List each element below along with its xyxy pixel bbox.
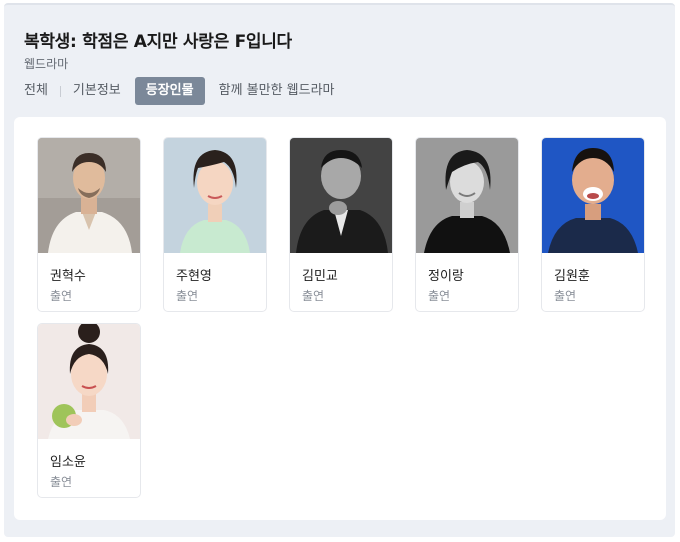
cast-role: 출연 [302, 289, 325, 303]
page-title: 복학생: 학점은 A지만 사랑은 F입니다 [24, 32, 292, 52]
tab-basic-info[interactable]: 기본정보 [73, 77, 121, 105]
cast-card[interactable]: 권혁수 출연 [37, 137, 141, 312]
cast-role: 출연 [50, 289, 73, 303]
cast-photo [542, 138, 644, 253]
cast-role: 출연 [428, 289, 451, 303]
tab-all[interactable]: 전체 [24, 77, 48, 105]
tab-recommended[interactable]: 함께 볼만한 웹드라마 [219, 77, 335, 105]
page-subtitle: 웹드라마 [24, 57, 69, 71]
cast-panel: 복학생: 학점은 A지만 사랑은 F입니다 웹드라마 전체 기본정보 등장인물 … [4, 3, 675, 537]
cast-photo [416, 138, 518, 253]
cast-name: 김민교 [302, 269, 338, 284]
cast-card[interactable]: 김원훈 출연 [541, 137, 645, 312]
cast-photo [38, 138, 140, 253]
cast-role: 출연 [554, 289, 577, 303]
cast-role: 출연 [50, 475, 73, 489]
cast-card[interactable]: 김민교 출연 [289, 137, 393, 312]
cast-grid: 권혁수 출연 주현영 출연 김민교 출연 정이랑 출연 김원훈 출연 임소윤 출… [14, 117, 666, 520]
cast-name: 임소윤 [50, 455, 86, 470]
cast-name: 주현영 [176, 269, 212, 284]
tab-divider [59, 85, 61, 97]
cast-photo [164, 138, 266, 253]
cast-card[interactable]: 주현영 출연 [163, 137, 267, 312]
cast-role: 출연 [176, 289, 199, 303]
cast-photo [38, 324, 140, 439]
cast-name: 정이랑 [428, 269, 464, 284]
cast-name: 권혁수 [50, 269, 86, 284]
tab-characters[interactable]: 등장인물 [134, 77, 205, 105]
cast-name: 김원훈 [554, 269, 590, 284]
cast-card[interactable]: 임소윤 출연 [37, 323, 141, 498]
tab-bar: 전체 기본정보 등장인물 함께 볼만한 웹드라마 [24, 77, 335, 105]
cast-card[interactable]: 정이랑 출연 [415, 137, 519, 312]
cast-photo [290, 138, 392, 253]
